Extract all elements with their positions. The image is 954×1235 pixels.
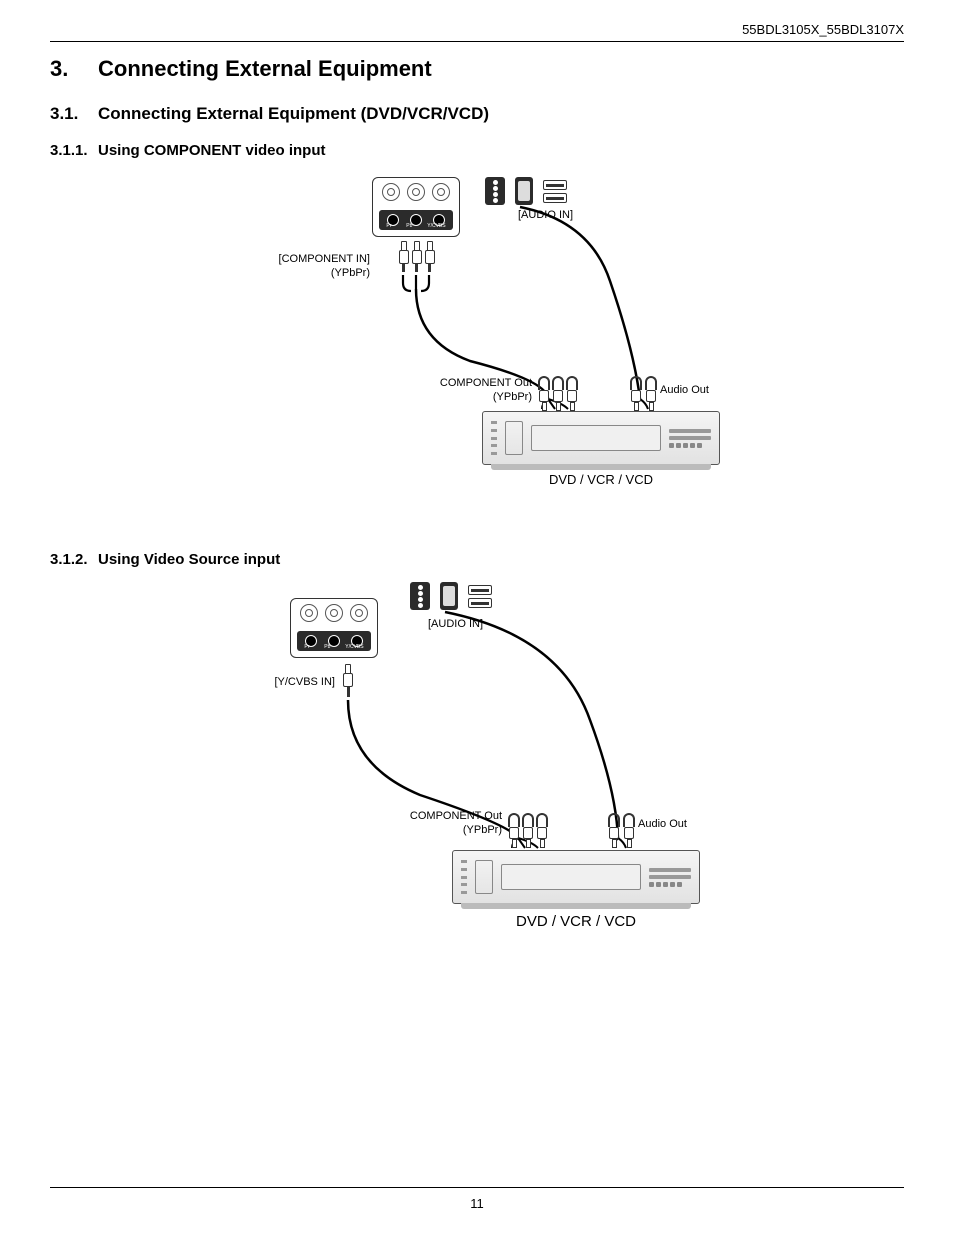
heading-3a-text: Using COMPONENT video input (98, 142, 326, 159)
port-label-pb: Pb (406, 223, 412, 229)
rca-plug-down-icon (623, 813, 635, 848)
rca-plug-down-icon (645, 376, 657, 411)
page-header: 55BDL3105X_55BDL3107X (50, 22, 904, 42)
label-component-out-1: COMPONENT Out (428, 377, 532, 389)
display-input-panel: Pr Pb Y/CVBS (372, 177, 460, 237)
label-audio-in: [AUDIO IN] (518, 209, 573, 221)
label-component-in-2: (YPbPr) (270, 267, 370, 279)
label-component-out-1: COMPONENT Out (398, 810, 502, 822)
rca-jack-icon (300, 604, 318, 622)
heading-2-text: Connecting External Equipment (DVD/VCR/V… (98, 104, 489, 124)
port-label-pb: Pb (324, 644, 330, 650)
aux-port-group (485, 177, 567, 205)
heading-2-number: 3.1. (50, 104, 98, 124)
page-number: 11 (470, 1196, 484, 1211)
label-audio-in: [AUDIO IN] (428, 618, 483, 630)
port-label-pr: Pr (386, 223, 391, 229)
component-plugs-device (508, 813, 548, 848)
cvbs-plug-display (343, 664, 353, 697)
heading-3b-number: 3.1.2. (50, 551, 98, 568)
rca-plug-down-icon (508, 813, 520, 848)
rca-plug-icon (424, 241, 435, 272)
port-label-ycvbs: Y/CVBS (427, 223, 445, 229)
heading-3a: 3.1.1. Using COMPONENT video input (50, 142, 904, 159)
heading-1: 3. Connecting External Equipment (50, 56, 904, 82)
rca-plug-icon (411, 241, 422, 272)
diagram-component-video: Pr Pb Y/CVBS [AUDIO IN] [COMPONENT IN] (… (310, 171, 870, 511)
diagram-video-source: Pr Pb Y/CVBS [AUDIO IN] [Y/CVBS IN] COMP… (270, 580, 870, 960)
audio-plugs-device (608, 813, 635, 848)
audio-plugs-device (630, 376, 657, 411)
aux-port-group (410, 582, 492, 610)
component-plugs-device (538, 376, 578, 411)
rca-plug-down-icon (538, 376, 550, 411)
rca-jack-icon (432, 183, 450, 201)
rca-plug-down-icon (536, 813, 548, 848)
rca-plug-down-icon (630, 376, 642, 411)
port-icon (410, 582, 430, 610)
port-icon (440, 582, 458, 610)
label-component-out-2: (YPbPr) (428, 391, 532, 403)
rca-plug-icon (398, 241, 409, 272)
heading-1-text: Connecting External Equipment (98, 56, 432, 82)
rca-jack-icon (350, 604, 368, 622)
component-plugs-display (398, 241, 435, 272)
rca-plug-down-icon (608, 813, 620, 848)
port-label-pr: Pr (304, 644, 309, 650)
port-label-ycvbs: Y/CVBS (345, 644, 363, 650)
rca-jack-icon (325, 604, 343, 622)
dvd-vcr-vcd-device (482, 411, 720, 465)
heading-3b-text: Using Video Source input (98, 551, 280, 568)
model-number: 55BDL3105X_55BDL3107X (742, 22, 904, 37)
page-footer: 11 (50, 1187, 904, 1211)
usb-port-icon (468, 582, 492, 610)
heading-3a-number: 3.1.1. (50, 142, 98, 159)
rca-jack-icon (382, 183, 400, 201)
port-icon (485, 177, 505, 205)
rca-plug-down-icon (566, 376, 578, 411)
port-icon (515, 177, 533, 205)
label-audio-out: Audio Out (660, 384, 709, 396)
device-caption: DVD / VCR / VCD (482, 472, 720, 487)
dvd-vcr-vcd-device (452, 850, 700, 904)
rca-plug-down-icon (522, 813, 534, 848)
display-input-panel: Pr Pb Y/CVBS (290, 598, 378, 658)
label-audio-out: Audio Out (638, 818, 687, 830)
label-ycvbs-in: [Y/CVBS IN] (240, 676, 335, 688)
label-component-in-1: [COMPONENT IN] (270, 253, 370, 265)
usb-port-icon (543, 177, 567, 205)
heading-3b: 3.1.2. Using Video Source input (50, 551, 904, 568)
rca-jack-icon (407, 183, 425, 201)
heading-2: 3.1. Connecting External Equipment (DVD/… (50, 104, 904, 124)
device-caption: DVD / VCR / VCD (452, 913, 700, 930)
label-component-out-2: (YPbPr) (398, 824, 502, 836)
rca-plug-down-icon (552, 376, 564, 411)
heading-1-number: 3. (50, 56, 98, 82)
